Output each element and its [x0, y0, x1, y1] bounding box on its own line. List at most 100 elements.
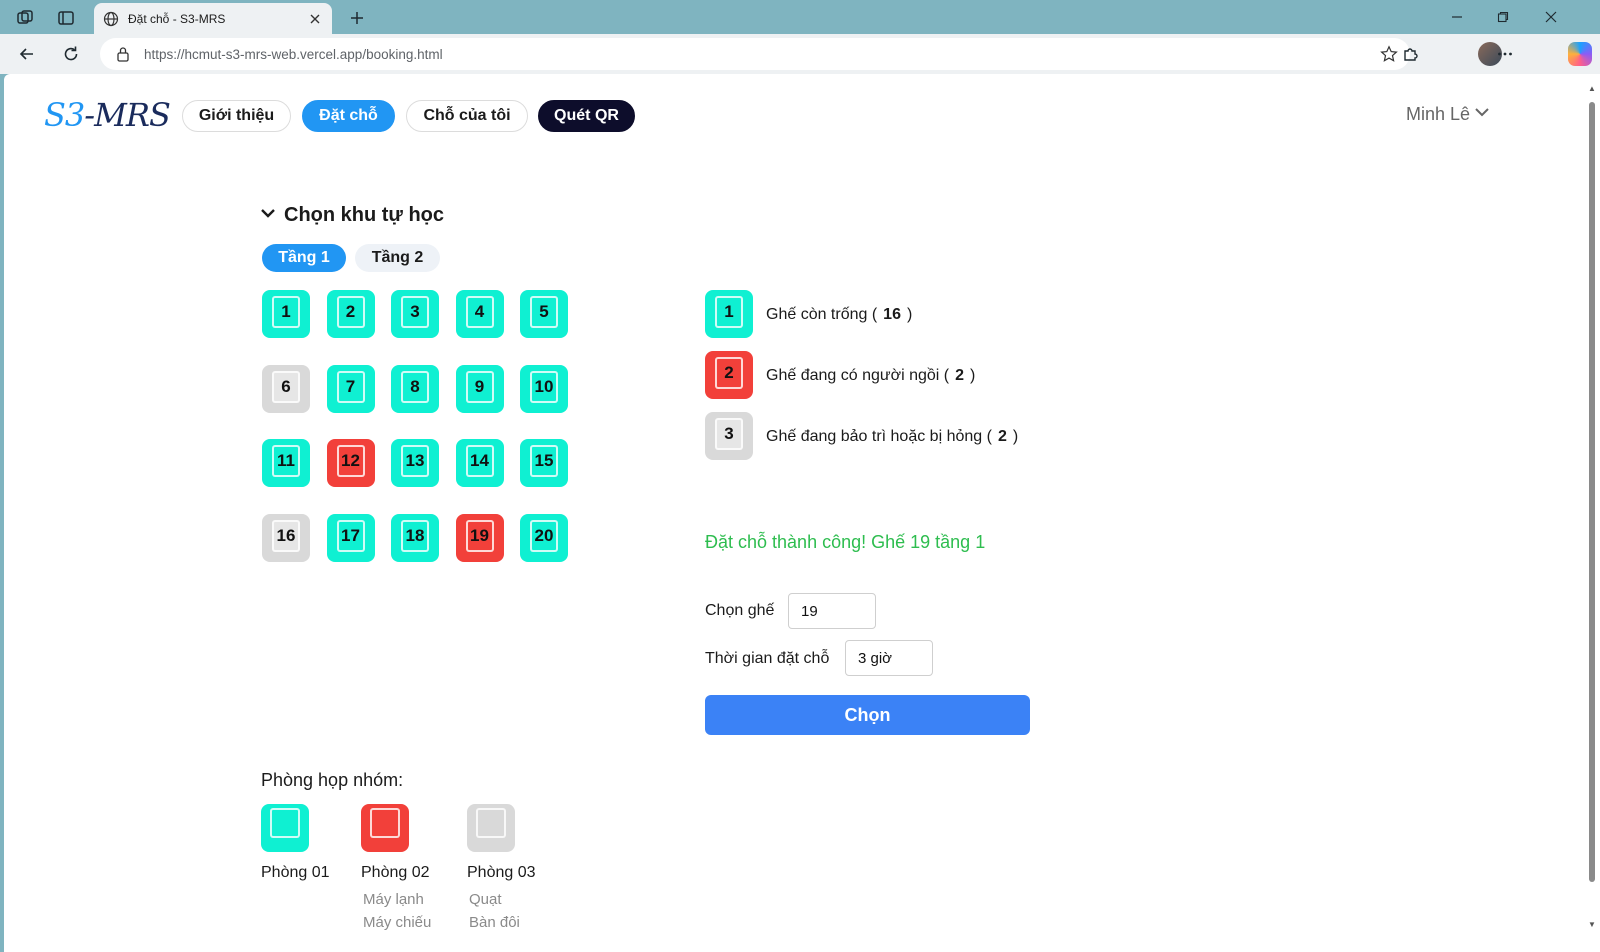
url-path: /booking.html — [362, 46, 443, 62]
workspaces-icon[interactable] — [14, 7, 36, 29]
url-host: https://hcmut-s3-mrs-web.vercel.app — [144, 46, 363, 62]
seat-number: 13 — [401, 445, 429, 477]
seat-number: 18 — [401, 519, 429, 552]
seat-number: 12 — [336, 445, 365, 477]
puzzle-icon[interactable] — [1398, 42, 1422, 66]
seat-8[interactable]: 8 — [391, 364, 439, 413]
nav-scan-qr[interactable]: Quét QR — [538, 100, 635, 132]
nav-booking[interactable]: Đặt chỗ — [302, 100, 395, 132]
user-name: Minh Lê — [1405, 104, 1470, 124]
seat-15[interactable]: 15 — [520, 439, 568, 487]
seat-12: 12 — [326, 439, 375, 487]
seat-13[interactable]: 13 — [391, 439, 439, 487]
room-03-feature: Bàn đôi — [469, 914, 520, 931]
seat-7[interactable]: 7 — [326, 364, 375, 413]
nav-about[interactable]: Giới thiệu — [182, 100, 291, 132]
chevron-down-icon — [1474, 104, 1490, 125]
address-bar-row: https://hcmut-s3-mrs-web.vercel.app/book… — [0, 34, 1600, 74]
room-03-name: Phòng 03 — [467, 864, 536, 881]
plus-icon[interactable] — [345, 6, 369, 30]
seat-number: 15 — [530, 445, 558, 477]
room-02[interactable] — [361, 804, 409, 852]
scroll-up-icon[interactable]: ▲ — [1587, 84, 1597, 94]
scrollbar[interactable]: ▲ ▼ — [1586, 82, 1598, 932]
nav-my-seat[interactable]: Chỗ của tôi — [406, 100, 528, 132]
copilot-icon[interactable] — [1568, 42, 1592, 66]
url-text: https://hcmut-s3-mrs-web.vercel.app/book… — [144, 47, 443, 62]
room-03[interactable] — [467, 804, 515, 852]
seat-number: 2 — [336, 296, 365, 328]
room-02-feature: Máy chiếu — [363, 914, 432, 931]
legend-broken-label: Ghế đang bảo trì hoặc bị hỏng (2) — [766, 428, 1019, 445]
seat-2[interactable]: 2 — [326, 290, 375, 338]
globe-icon — [102, 10, 120, 28]
site-logo[interactable]: S3-MRS — [44, 96, 171, 134]
seat-4[interactable]: 4 — [455, 290, 504, 338]
tab-actions-icon[interactable] — [55, 7, 77, 29]
seat-number: 1 — [272, 296, 300, 328]
study-area-toggle[interactable]: Chọn khu tự học — [260, 204, 444, 227]
tab-title: Đặt chỗ - S3-MRS — [128, 11, 226, 26]
legend-busy-label: Ghế đang có người ngồi (2) — [766, 367, 976, 384]
seat-number: 5 — [530, 296, 558, 328]
floor-tab-2[interactable]: Tầng 2 — [355, 244, 440, 272]
minimize-icon[interactable] — [1434, 4, 1480, 30]
seat-number: 4 — [465, 296, 494, 328]
legend-free-label: Ghế còn trống (16) — [766, 306, 913, 323]
seat-16: 16 — [262, 513, 310, 562]
legend-seat-busy: 2 — [705, 351, 753, 399]
restore-icon[interactable] — [1480, 4, 1526, 30]
seat-18[interactable]: 18 — [391, 513, 439, 562]
room-01-name: Phòng 01 — [261, 864, 330, 881]
seat-number: 7 — [336, 370, 365, 403]
page-viewport: S3-MRS Giới thiệu Đặt chỗ Chỗ của tôi Qu… — [4, 74, 1600, 952]
site-info-icon[interactable] — [114, 45, 132, 63]
seat-17[interactable]: 17 — [326, 513, 375, 562]
seat-9[interactable]: 9 — [455, 364, 504, 413]
duration-select[interactable]: 3 giờ — [845, 640, 933, 676]
seat-number: 17 — [336, 519, 365, 552]
browser-tab[interactable]: Đặt chỗ - S3-MRS — [94, 3, 332, 34]
room-01[interactable] — [261, 804, 309, 852]
more-icon[interactable] — [1493, 42, 1517, 66]
seat-input[interactable]: 19 — [788, 593, 876, 629]
seat-number: 11 — [272, 445, 300, 477]
seat-number: 20 — [530, 519, 558, 552]
legend-seat-free: 1 — [705, 290, 753, 338]
seat-number: 8 — [401, 370, 429, 403]
seat-14[interactable]: 14 — [455, 439, 504, 487]
seat-number: 14 — [465, 445, 494, 477]
seat-6: 6 — [262, 364, 310, 413]
seat-10[interactable]: 10 — [520, 364, 568, 413]
seat-number: 9 — [465, 370, 494, 403]
scroll-down-icon[interactable]: ▼ — [1587, 920, 1597, 930]
seat-3[interactable]: 3 — [391, 290, 439, 338]
seat-11[interactable]: 11 — [262, 439, 310, 487]
reload-icon[interactable] — [59, 42, 83, 66]
seat-number: 16 — [272, 519, 300, 552]
seat-number: 3 — [401, 296, 429, 328]
star-icon[interactable] — [1380, 45, 1398, 63]
seat-5[interactable]: 5 — [520, 290, 568, 338]
user-menu[interactable]: Minh Lê — [1406, 104, 1490, 125]
duration-field-label: Thời gian đặt chỗ — [705, 650, 830, 667]
seat-number: 6 — [272, 370, 300, 403]
close-window-icon[interactable] — [1528, 4, 1574, 30]
seat-19: 19 — [455, 513, 504, 562]
section-title: Chọn khu tự học — [284, 204, 445, 226]
scroll-thumb[interactable] — [1589, 102, 1595, 882]
rooms-title: Phòng họp nhóm: — [261, 770, 404, 790]
seat-field-label: Chọn ghế — [705, 602, 775, 619]
room-02-name: Phòng 02 — [361, 864, 430, 881]
success-message: Đặt chỗ thành công! Ghế 19 tầng 1 — [705, 532, 986, 552]
seat-number: 10 — [530, 370, 558, 403]
floor-tab-1[interactable]: Tầng 1 — [262, 244, 346, 272]
url-bar[interactable]: https://hcmut-s3-mrs-web.vercel.app/book… — [100, 38, 1410, 70]
back-arrow-icon[interactable] — [15, 42, 39, 66]
room-03-feature: Quạt — [469, 891, 502, 908]
seat-20[interactable]: 20 — [520, 513, 568, 562]
seat-1[interactable]: 1 — [262, 290, 310, 338]
chevron-down-icon — [260, 204, 276, 227]
close-icon[interactable] — [306, 10, 324, 28]
choose-button[interactable]: Chọn — [705, 695, 1030, 735]
